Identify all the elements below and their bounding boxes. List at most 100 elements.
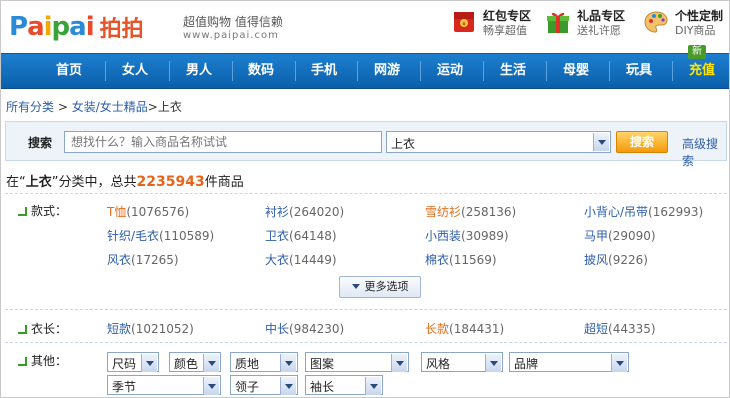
more-options-label: 更多选项 (364, 280, 409, 293)
arrow-down-right-icon (17, 324, 27, 334)
filter-label-text: 款式： (31, 204, 68, 218)
nav-home[interactable]: 首页 (41, 54, 97, 89)
select-collar[interactable]: 领子 (230, 375, 298, 395)
nav-mobile[interactable]: 手机 (296, 54, 352, 89)
nav-divider (420, 61, 421, 81)
nav-life[interactable]: 生活 (485, 54, 541, 89)
result-summary: 在“上衣”分类中，总共2235943件商品 (6, 171, 244, 190)
filter-option[interactable]: T恤(1076576) (107, 203, 189, 220)
filter-option[interactable]: 大衣(14449) (265, 251, 337, 268)
filter-label-text: 其他： (31, 354, 68, 368)
filter-option[interactable]: 雪纺衫(258136) (425, 203, 516, 220)
promo-subtitle: 送礼许愿 (577, 24, 621, 37)
select-pattern[interactable]: 图案 (305, 352, 409, 372)
divider (5, 193, 727, 194)
nav-recharge[interactable]: 充值 (675, 54, 729, 89)
chevron-down-icon (365, 377, 381, 395)
search-category-value: 上衣 (391, 137, 416, 151)
result-mid: ”分类中，总共 (51, 175, 137, 190)
filter-style-label: 款式： (17, 202, 67, 219)
result-suffix: 件商品 (204, 175, 244, 190)
main-nav: 首页 女人 男人 数码 手机 网游 运动 生活 母婴 玩具 充值 (1, 53, 729, 89)
advanced-search-link[interactable]: 高级搜索 (682, 135, 726, 169)
logo-text-cn: 拍拍 (99, 17, 144, 42)
nav-divider (483, 61, 484, 81)
search-category-select[interactable]: 上衣 (386, 131, 611, 153)
breadcrumb-womens-apparel[interactable]: 女装/女士精品 (72, 100, 148, 114)
arrow-down-right-icon (17, 206, 27, 216)
filter-option[interactable]: 风衣(17265) (107, 251, 179, 268)
select-brand[interactable]: 品牌 (509, 352, 629, 372)
nav-divider (609, 61, 610, 81)
page-frame: Paipai 拍拍 超值购物 值得信赖 www.paipai.com ¥ 红包专… (0, 0, 730, 398)
result-count: 2235943 (136, 174, 205, 190)
nav-games[interactable]: 网游 (359, 54, 415, 89)
filter-label-text: 衣长： (31, 322, 68, 336)
filter-option[interactable]: 小西装(30989) (425, 227, 509, 244)
filter-option[interactable]: 马甲(29090) (584, 227, 656, 244)
breadcrumb: 所有分类 > 女装/女士精品>上衣 (6, 98, 182, 115)
nav-men[interactable]: 男人 (171, 54, 227, 89)
promo-custom[interactable]: 个性定制 DIY商品 (643, 9, 723, 38)
chevron-down-icon (203, 354, 219, 372)
filter-option[interactable]: 针织/毛衣(110589) (107, 227, 214, 244)
promo-title: 礼品专区 (577, 9, 626, 23)
filter-option[interactable]: 短款(1021052) (107, 320, 194, 337)
search-button[interactable]: 搜索 (616, 131, 668, 153)
select-style[interactable]: 风格 (421, 352, 503, 372)
promo-gift[interactable]: 礼品专区 送礼许愿 (545, 9, 625, 38)
chevron-down-icon (485, 354, 501, 372)
select-size[interactable]: 尺码 (107, 352, 159, 372)
chevron-down-icon (611, 354, 627, 372)
chevron-down-icon (351, 284, 360, 289)
chevron-down-icon (280, 377, 296, 395)
promo-title: 个性定制 (675, 9, 724, 23)
promo-subtitle: DIY商品 (675, 24, 716, 37)
select-sleeve[interactable]: 袖长 (305, 375, 383, 395)
chevron-down-icon (391, 354, 407, 372)
site-url: www.paipai.com (183, 30, 279, 41)
promo-subtitle: 畅享超值 (483, 24, 527, 37)
nav-digital[interactable]: 数码 (233, 54, 289, 89)
divider (5, 342, 727, 343)
filter-option[interactable]: 长款(184431) (425, 320, 504, 337)
nav-divider (546, 61, 547, 81)
filter-option[interactable]: 棉衣(11569) (425, 251, 497, 268)
select-season[interactable]: 季节 (107, 375, 221, 395)
more-options-button[interactable]: 更多选项 (339, 276, 421, 298)
nav-sports[interactable]: 运动 (422, 54, 478, 89)
search-input[interactable] (64, 131, 382, 153)
gift-box-icon (547, 12, 569, 33)
red-envelope-icon: ¥ (454, 12, 474, 32)
nav-toys[interactable]: 玩具 (611, 54, 667, 89)
breadcrumb-separator: > (57, 100, 68, 114)
filter-option[interactable]: 衬衫(264020) (265, 203, 344, 220)
slogan-text: 超值购物 值得信赖 (183, 15, 283, 29)
breadcrumb-separator: > (147, 100, 158, 114)
chevron-down-icon (280, 354, 296, 372)
logo-text-en: Paipai (9, 12, 95, 42)
svg-text:¥: ¥ (462, 21, 466, 28)
filter-option[interactable]: 卫衣(64148) (265, 227, 337, 244)
promo-red-envelope[interactable]: ¥ 红包专区 畅享超值 (451, 9, 531, 38)
search-label: 搜索 (28, 136, 53, 150)
chevron-down-icon (593, 133, 609, 151)
filter-option[interactable]: 超短(44335) (584, 320, 656, 337)
new-badge: 新 (688, 45, 706, 59)
breadcrumb-current: 上衣 (157, 100, 182, 114)
chevron-down-icon (141, 354, 157, 372)
filter-option[interactable]: 披风(9226) (584, 251, 648, 268)
palette-icon (644, 11, 668, 33)
select-material[interactable]: 质地 (230, 352, 298, 372)
nav-women[interactable]: 女人 (107, 54, 163, 89)
filter-option[interactable]: 小背心/吊带(162993) (584, 203, 703, 220)
breadcrumb-all-categories[interactable]: 所有分类 (6, 100, 54, 114)
select-color[interactable]: 颜色 (169, 352, 221, 372)
promo-title: 红包专区 (483, 9, 532, 23)
chevron-down-icon (203, 377, 219, 395)
nav-divider (169, 61, 170, 81)
paipai-logo[interactable]: Paipai 拍拍 (9, 9, 144, 45)
filter-option[interactable]: 中长(984230) (265, 320, 344, 337)
nav-divider (672, 61, 673, 81)
nav-baby[interactable]: 母婴 (548, 54, 604, 89)
